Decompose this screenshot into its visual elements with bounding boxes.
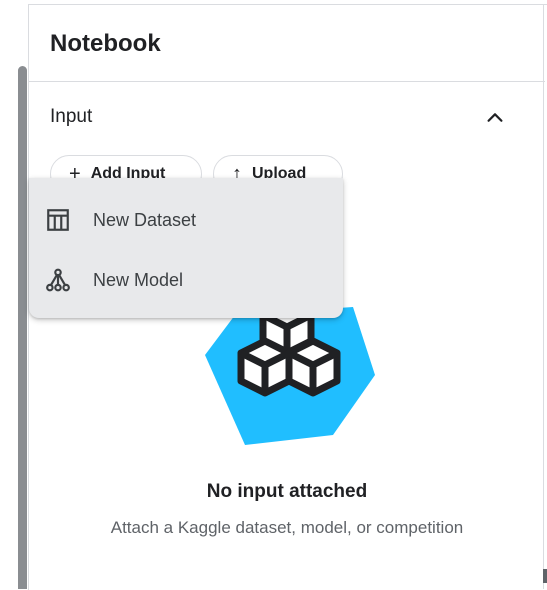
menu-item-new-dataset[interactable]: New Dataset bbox=[29, 190, 343, 250]
add-input-dropdown: New Dataset New Model bbox=[29, 178, 343, 318]
chevron-up-icon[interactable] bbox=[484, 107, 506, 129]
notebook-panel: Notebook Input + Add Input ↑ Upload New … bbox=[28, 4, 547, 590]
table-icon bbox=[47, 209, 69, 231]
empty-state-subtitle: Attach a Kaggle dataset, model, or compe… bbox=[110, 518, 464, 537]
menu-item-new-model[interactable]: New Model bbox=[29, 250, 343, 310]
section-title-input: Input bbox=[50, 106, 93, 127]
panel-title: Notebook bbox=[50, 30, 161, 57]
scrollbar[interactable] bbox=[18, 66, 27, 589]
menu-item-label: New Dataset bbox=[93, 209, 197, 230]
empty-state-title: No input attached bbox=[206, 481, 368, 502]
panel-header: Notebook bbox=[29, 5, 545, 82]
panel-border bbox=[543, 4, 544, 589]
scroll-handle[interactable] bbox=[543, 569, 547, 583]
menu-item-label: New Model bbox=[93, 269, 184, 290]
model-graph-icon bbox=[46, 268, 70, 292]
